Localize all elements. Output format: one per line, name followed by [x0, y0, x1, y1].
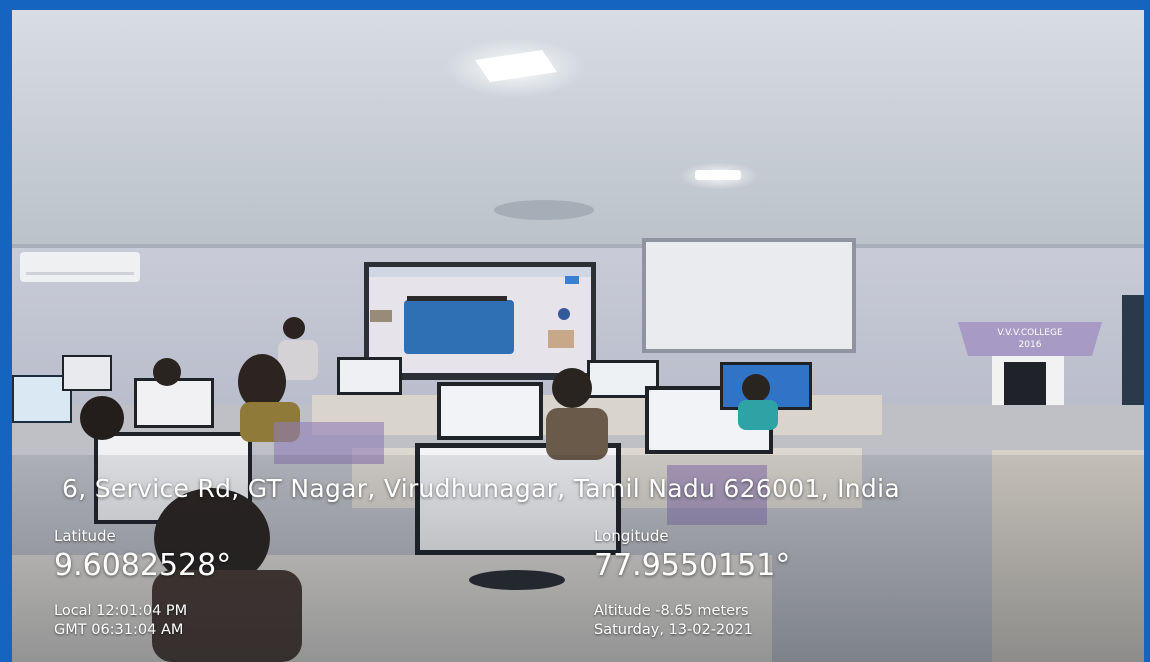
longitude-label: Longitude [594, 527, 669, 545]
local-time: Local 12:01:04 PM [54, 603, 188, 619]
latitude-label: Latitude [54, 527, 116, 545]
date: Saturday, 13-02-2021 [594, 622, 753, 638]
gmt-time: GMT 06:31:04 AM [54, 622, 184, 638]
latitude-value: 9.6082528° [54, 548, 232, 583]
podium-year: 2016 [1019, 340, 1042, 350]
air-conditioner [20, 252, 140, 282]
altitude: Altitude -8.65 meters [594, 603, 749, 619]
ceiling [12, 10, 1144, 260]
longitude-value: 77.9550151° [594, 548, 791, 583]
arduino-board-image [404, 300, 514, 354]
ceiling-light [695, 170, 741, 180]
ceiling-speaker [494, 200, 594, 220]
podium-label: V.V.V.COLLEGE [997, 328, 1063, 338]
location-address: 6, Service Rd, GT Nagar, Virudhunagar, T… [62, 474, 900, 503]
whiteboard [646, 242, 852, 349]
